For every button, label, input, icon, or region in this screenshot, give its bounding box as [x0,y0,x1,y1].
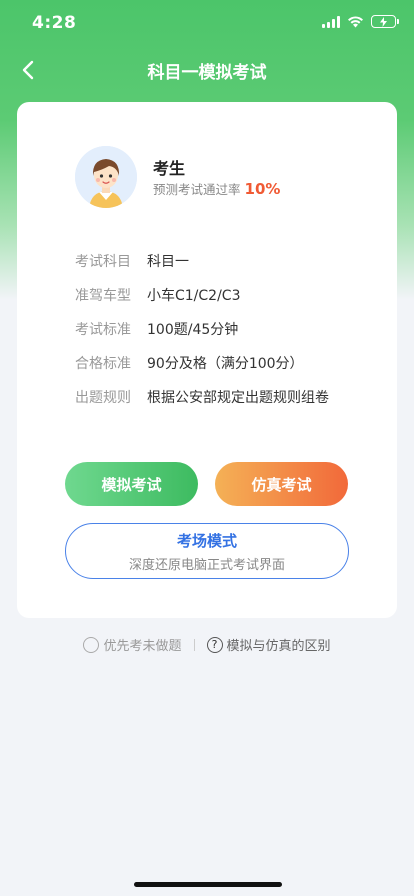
info-label: 合格标准 [75,356,131,372]
info-value: 小车C1/C2/C3 [147,288,241,304]
difference-label: 模拟与仿真的区别 [226,639,331,654]
pass-rate: 预测考试通过率 10% [153,179,280,198]
nav-bar: 科目一模拟考试 [0,48,414,92]
status-time: 4:28 [32,13,77,33]
exam-room-mode-title: 考场模式 [176,531,237,550]
status-icons [322,15,399,28]
exam-info-list: 考试科目 科目一 准驾车型 小车C1/C2/C3 考试标准 100题/45分钟 … [75,244,329,414]
user-name: 考生 [153,159,186,178]
info-label: 考试标准 [75,322,131,338]
info-row-standard: 考试标准 100题/45分钟 [75,312,329,346]
wifi-icon [348,16,363,28]
page-title: 科目一模拟考试 [147,63,267,83]
info-value: 100题/45分钟 [147,322,239,338]
unseen-first-label: 优先考未做题 [103,639,182,654]
info-value: 科目一 [147,254,189,270]
info-label: 考试科目 [75,254,131,270]
question-circle-icon: ? [206,636,223,653]
mock-exam-button[interactable]: 模拟考试 [65,462,198,506]
info-row-pass-criteria: 合格标准 90分及格（满分100分） [75,346,329,380]
exam-room-mode-subtitle: 深度还原电脑正式考试界面 [128,557,285,573]
difference-link[interactable]: ? 模拟与仿真的区别 [206,635,331,654]
info-row-rules: 出题规则 根据公安部规定出题规则组卷 [75,380,329,414]
simulation-exam-button[interactable]: 仿真考试 [215,462,348,506]
pass-rate-value: 10% [244,180,281,198]
info-row-subject: 考试科目 科目一 [75,244,329,278]
info-value: 根据公安部规定出题规则组卷 [147,390,329,406]
unseen-first-toggle[interactable]: 优先考未做题 [83,635,182,654]
user-avatar-illustration [75,146,137,208]
info-value: 90分及格（满分100分） [147,356,304,372]
radio-unchecked-icon [83,636,100,653]
avatar [75,146,137,208]
bottom-options: 优先考未做题 ? 模拟与仿真的区别 [0,635,414,654]
info-label: 出题规则 [75,390,131,406]
battery-icon [371,15,399,28]
home-indicator [134,882,282,887]
exam-room-mode-button[interactable]: 考场模式 深度还原电脑正式考试界面 [65,523,349,579]
divider [193,638,195,651]
pass-rate-label: 预测考试通过率 [153,182,241,197]
info-label: 准驾车型 [75,288,131,304]
exam-info-card: 考生 预测考试通过率 10% 考试科目 科目一 准驾车型 小车C1/C2/C3 … [17,102,397,618]
status-bar: 4:28 [0,0,414,48]
signal-icon [322,15,340,28]
charging-bolt-icon [380,16,387,27]
info-row-vehicle: 准驾车型 小车C1/C2/C3 [75,278,329,312]
